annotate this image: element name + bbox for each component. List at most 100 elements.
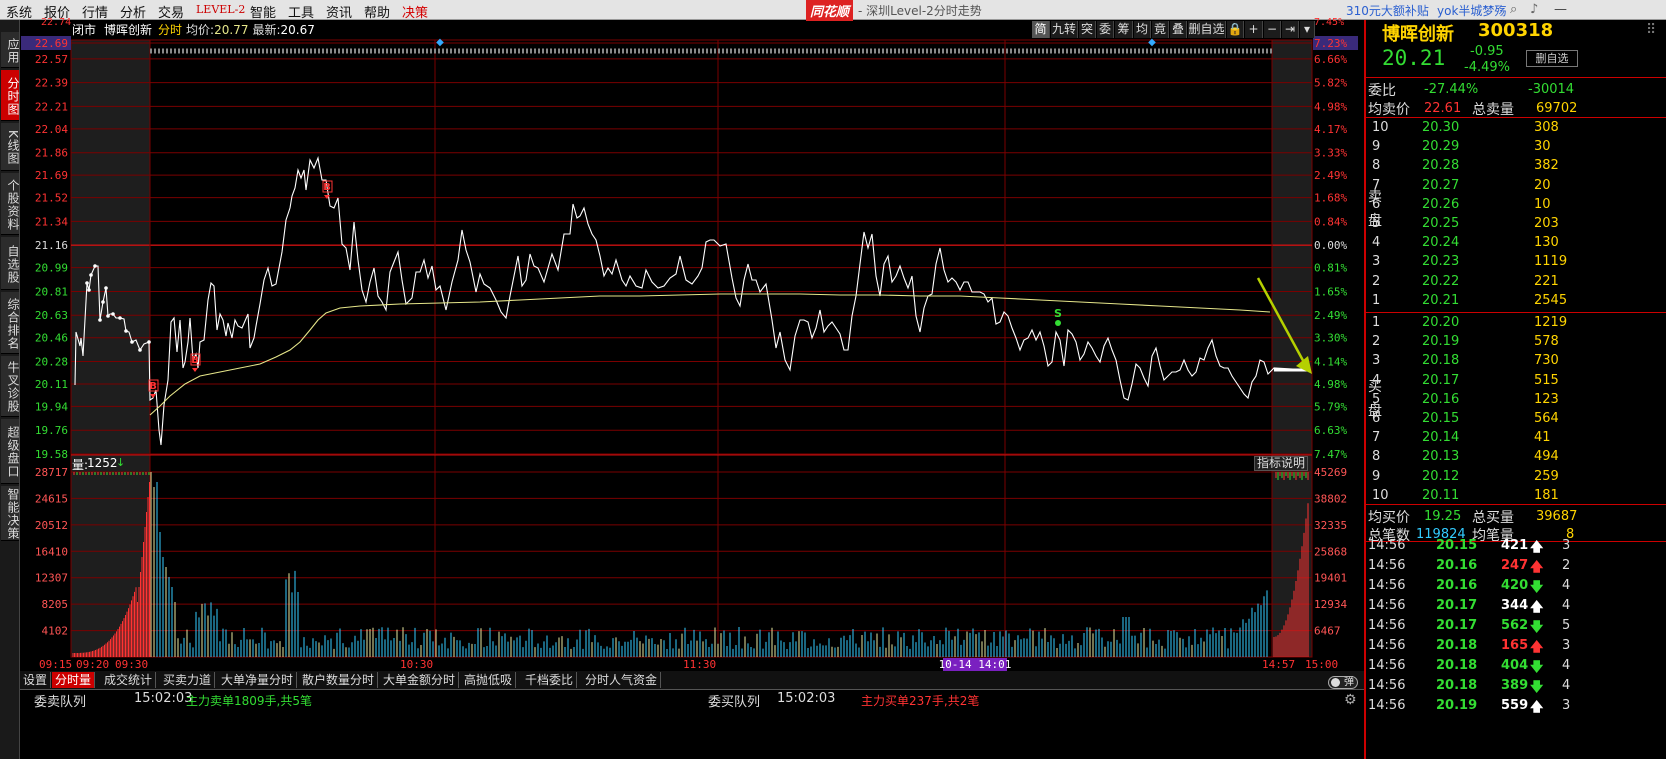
toolbar-btn-11[interactable]: − [1264,21,1281,38]
search-icon[interactable]: ⌕ [1510,2,1517,17]
sell-level-row[interactable]: 1 20.21 2545 [1366,292,1666,311]
gear-icon[interactable]: ⚙ [1344,692,1357,708]
buy-level-row[interactable]: 9 20.12 259 [1366,468,1666,487]
buy-level-price: 20.11 [1422,487,1460,503]
toolbar-btn-2[interactable]: 突 [1079,21,1096,38]
indicator-tab-2[interactable]: 成交统计 [101,672,157,688]
toolbar-btn-4[interactable]: 筹 [1115,21,1133,38]
menu-item-5[interactable]: LEVEL-2 [196,3,245,16]
buy-level-row[interactable]: 7 20.14 41 [1366,429,1666,448]
sell-level-index: 3 [1372,254,1381,270]
left-tab-2[interactable]: K线图 [1,123,20,171]
sell-level-row[interactable]: 8 20.28 382 [1366,157,1666,176]
remove-watchlist-button[interactable]: 删自选 [1526,50,1578,67]
indicator-tab-4[interactable]: 大单净量分时 [218,672,298,688]
sell-level-row[interactable]: 9 20.29 30 [1366,138,1666,157]
popup-toggle[interactable]: 弹 [1328,676,1358,689]
sell-level-row[interactable]: 3 20.23 1119 [1366,253,1666,272]
left-tab-0[interactable]: 应用 [1,32,20,68]
percent-tick-label: 1.65% [1314,285,1347,298]
menu-item-3[interactable]: 分析 [120,2,146,21]
toolbar-btn-5[interactable]: 均 [1134,21,1151,38]
tick-row[interactable]: 14:56 20.16 420 🡇 4 [1366,576,1666,596]
tick-row[interactable]: 14:56 20.19 559 🡅 3 [1366,696,1666,716]
left-tab-7[interactable]: 超级盘口 [1,419,20,484]
buy-level-row[interactable]: 5 20.16 123 [1366,391,1666,410]
toolbar-btn-0[interactable]: 简 [1032,21,1050,38]
tick-row[interactable]: 14:56 20.18 404 🡇 4 [1366,656,1666,676]
indicator-tab-0[interactable]: 设置 [20,672,52,688]
order-queue-panel: 委卖队列 15:02:03 主力卖单1809手,共5笔 委买队列 15:02:0… [20,676,1364,759]
sell-level-row[interactable]: 2 20.22 221 [1366,273,1666,292]
promo-link[interactable]: 310元大额补贴 [1346,2,1429,19]
toolbar-btn-13[interactable]: ▾ [1300,21,1315,38]
auction-price-dot [138,348,142,352]
indicator-tab-5[interactable]: 散户数量分时 [299,672,379,688]
buy-level-price: 20.15 [1422,411,1460,426]
bell-icon[interactable]: ♪ [1530,2,1538,17]
menu-item-4[interactable]: 交易 [158,2,184,21]
indicator-tab-9[interactable]: 分时人气资金 [582,672,662,688]
buy-level-row[interactable]: 6 20.15 564 [1366,410,1666,429]
buy-level-row[interactable]: 10 20.11 181 [1366,487,1666,506]
more-icon[interactable]: ⠿ [1646,22,1656,38]
indicator-tab-7[interactable]: 高抛低吸 [461,672,517,688]
sell-level-row[interactable]: 7 20.27 20 [1366,177,1666,196]
user-name[interactable]: yok半城梦殇 [1437,2,1506,19]
intraday-chart[interactable]: 22.69 7.23% 22.57 6.66% 22.39 5.82% 22.21 4.98%… [20,17,1364,700]
percent-tick-label: 6.63% [1314,424,1347,437]
toolbar-btn-9[interactable]: 🔒 [1227,21,1244,38]
sell-level-row[interactable]: 10 20.30 308 [1366,119,1666,138]
tick-row[interactable]: 14:56 20.16 247 🡅 2 [1366,556,1666,576]
arrow-up-icon: 🡅 [1530,700,1544,715]
tick-row[interactable]: 14:56 20.18 389 🡇 4 [1366,676,1666,696]
toolbar-btn-7[interactable]: 叠 [1170,21,1187,38]
minimize-icon[interactable]: — [1554,2,1567,17]
left-tab-8[interactable]: 智能决策 [1,486,20,541]
price-tick-label: 20.11 [35,378,68,391]
toolbar-btn-8[interactable]: 删自选 [1188,21,1226,38]
indicator-tab-6[interactable]: 大单金额分时 [380,672,460,688]
indicator-tab-3[interactable]: 买卖力道 [160,672,216,688]
tick-volume: 389 [1501,678,1529,693]
menu-item-10[interactable]: 决策 [402,2,428,21]
buy-level-row[interactable]: 1 20.20 1219 [1366,314,1666,333]
toolbar-btn-6[interactable]: 竟 [1152,21,1169,38]
sell-level-row[interactable]: 4 20.24 130 [1366,234,1666,253]
tick-row[interactable]: 14:56 20.17 562 🡇 5 [1366,616,1666,636]
menu-item-6[interactable]: 智能 [250,2,276,21]
toolbar-btn-1[interactable]: 九转 [1051,21,1078,38]
left-tab-3[interactable]: 个股资料 [1,173,20,235]
tick-row[interactable]: 14:56 20.15 421 🡅 3 [1366,536,1666,556]
percent-tick-label: 4.14% [1314,355,1347,368]
left-tab-6[interactable]: 牛叉诊股 [1,356,20,417]
tick-row[interactable]: 14:56 20.18 165 🡅 3 [1366,636,1666,656]
toolbar-btn-10[interactable]: + [1245,21,1263,38]
menu-item-0[interactable]: 系统 [6,2,32,21]
price-change: -0.95 [1470,44,1504,59]
buy-level-row[interactable]: 3 20.18 730 [1366,352,1666,371]
left-tab-1[interactable]: 分时图 [1,70,20,121]
left-tab-5[interactable]: 综合排名 [1,292,20,354]
buy-level-row[interactable]: 4 20.17 515 [1366,372,1666,391]
sell-level-row[interactable]: 5 20.25 203 [1366,215,1666,234]
buy-level-row[interactable]: 8 20.13 494 [1366,448,1666,467]
popup-toggle-label: 弹 [1344,677,1354,688]
menu-item-7[interactable]: 工具 [288,2,314,21]
indicator-tab-1[interactable]: 分时量 [52,672,96,688]
menu-item-8[interactable]: 资讯 [326,2,352,21]
toolbar-btn-3[interactable]: 委 [1097,21,1114,38]
toolbar-btn-12[interactable]: ⇥ [1282,21,1299,38]
buy-level-volume: 730 [1534,353,1559,369]
buy-level-row[interactable]: 2 20.19 578 [1366,333,1666,352]
tick-row[interactable]: 14:56 20.17 344 🡅 4 [1366,596,1666,616]
buy-level-volume: 578 [1534,334,1559,350]
time-tick-label: 11:30 [683,658,716,671]
indicator-tab-8[interactable]: 千档委比 [522,672,578,688]
sell-level-row[interactable]: 6 20.26 10 [1366,196,1666,215]
menu-item-9[interactable]: 帮助 [364,2,390,21]
menu-item-2[interactable]: 行情 [82,2,108,21]
indicator-help-button[interactable]: 指标说明 [1254,456,1308,471]
left-tab-4[interactable]: 自选股 [1,237,20,290]
top-price-label: 22.69 [35,37,68,50]
